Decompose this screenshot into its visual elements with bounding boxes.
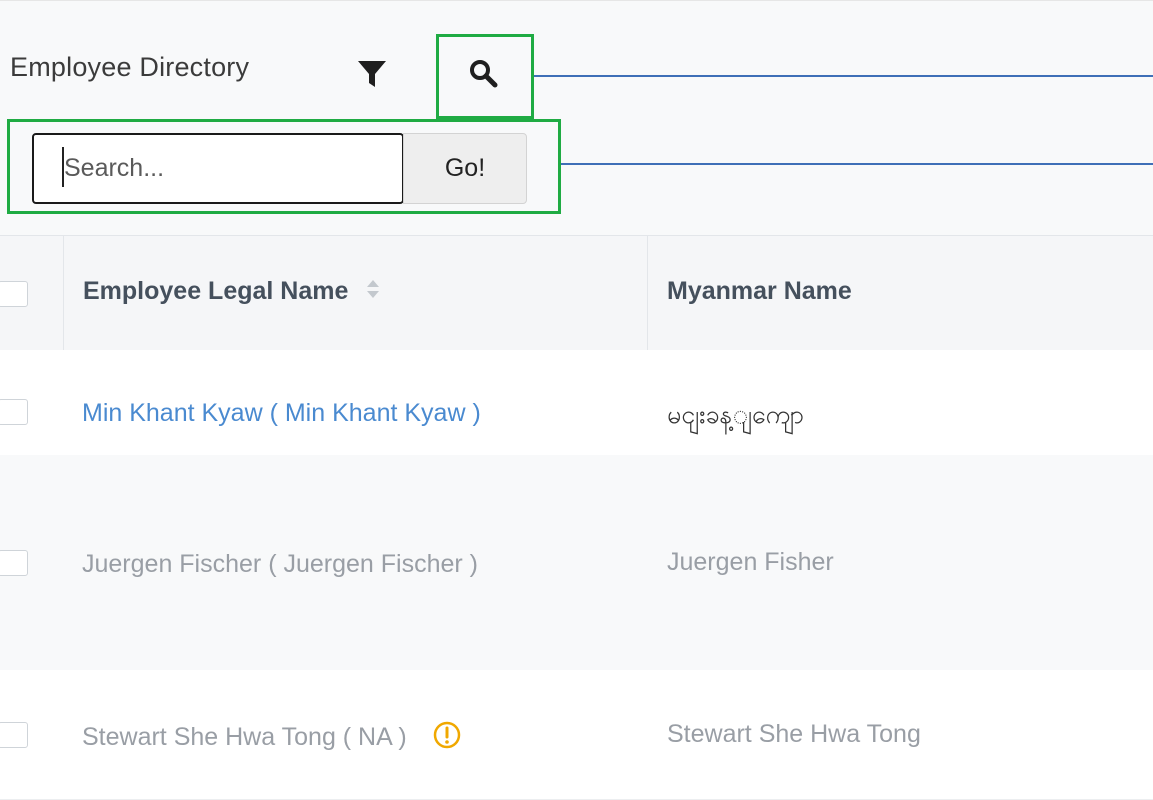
row-checkbox[interactable] [0,399,28,425]
column-header-label: Employee Legal Name [83,277,349,305]
column-divider [647,236,648,351]
row-checkbox[interactable] [0,722,28,748]
myanmar-name: Juergen Fisher [667,548,834,576]
go-button[interactable]: Go! [403,133,527,204]
employee-name[interactable]: Juergen Fischer ( Juergen Fischer ) [82,550,478,579]
myanmar-name: မငျးခန့ျကျော [667,401,805,429]
search-toggle-button[interactable] [436,34,530,116]
employee-name[interactable]: Stewart She Hwa Tong ( NA ) [82,723,407,751]
page-title: Employee Directory [10,52,250,82]
filter-icon [356,58,388,95]
column-divider [63,236,64,351]
table-row: Juergen Fischer ( Juergen Fischer ) Juer… [0,455,1153,670]
warning-icon[interactable] [432,720,462,757]
row-checkbox[interactable] [0,550,28,576]
sort-icon[interactable] [365,278,381,307]
employee-name-link[interactable]: Min Khant Kyaw ( Min Khant Kyaw ) [82,399,481,428]
myanmar-name: Stewart She Hwa Tong [667,720,921,748]
table-row: Min Khant Kyaw ( Min Khant Kyaw ) မငျးခန… [0,350,1153,455]
table-header: Employee Legal Name Myanmar Name [0,235,1153,352]
employee-name-cell: Stewart She Hwa Tong ( NA ) [82,720,462,757]
select-all-checkbox[interactable] [0,281,28,307]
search-input[interactable] [32,133,404,204]
filter-button[interactable] [352,58,392,94]
column-header-legal-name[interactable]: Employee Legal Name [83,277,381,307]
table-row: Stewart She Hwa Tong ( NA ) Stewart She … [0,670,1153,800]
column-header-myanmar-name: Myanmar Name [667,277,852,305]
search-icon [468,58,498,93]
text-caret [62,147,64,187]
search-panel: Go! [32,133,527,204]
